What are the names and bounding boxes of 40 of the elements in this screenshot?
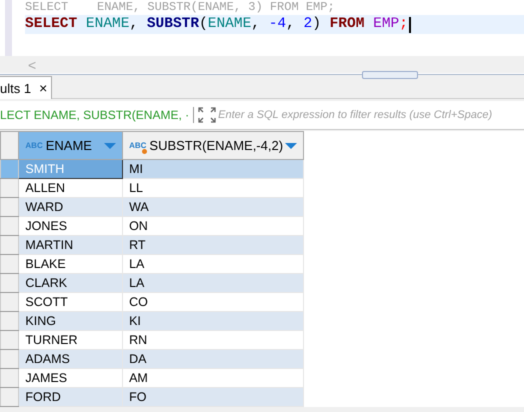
- row-header[interactable]: [0, 216, 19, 236]
- row-header[interactable]: [0, 388, 19, 406]
- table-cell: ADAMS: [18, 350, 123, 368]
- table-cell: LA: [122, 274, 304, 292]
- sort-caret-icon[interactable]: [285, 142, 298, 148]
- text-cursor: [408, 16, 411, 32]
- row-header[interactable]: [0, 254, 19, 274]
- table-cell: FO: [122, 388, 304, 406]
- code-line: SELECT ENAME, SUBSTR(ENAME, 3) FROM EMP;: [25, 0, 335, 15]
- row-header[interactable]: [0, 198, 19, 216]
- row-header[interactable]: [0, 178, 19, 198]
- column-header[interactable]: ABC SUBSTR(ENAME,-4,2): [122, 132, 304, 160]
- close-icon[interactable]: ×: [39, 80, 48, 96]
- row-header[interactable]: [0, 160, 19, 178]
- column-header[interactable]: ABC ENAME: [18, 132, 123, 160]
- table-cell: WA: [122, 198, 304, 216]
- row-header[interactable]: [0, 368, 19, 388]
- table-cell: MI: [122, 160, 304, 178]
- table-cell: RT: [122, 236, 304, 254]
- splitter-handle[interactable]: [362, 71, 418, 79]
- sort-caret-icon[interactable]: [104, 142, 116, 148]
- table-cell: KING: [18, 312, 123, 330]
- table-cell: CLARK: [18, 274, 123, 292]
- row-header[interactable]: [0, 274, 19, 292]
- table-cell: KI: [122, 312, 304, 330]
- row-header[interactable]: [0, 292, 19, 312]
- results-tab[interactable]: ults 1: [0, 80, 32, 96]
- table-cell: DA: [122, 350, 304, 368]
- table-cell: WARD: [18, 198, 123, 216]
- row-header[interactable]: [0, 236, 19, 254]
- query-text: LECT ENAME, SUBSTR(ENAME, ·: [0, 107, 194, 123]
- table-cell: SMITH: [18, 160, 123, 178]
- text-type-icon: ABC: [25, 141, 43, 150]
- row-header[interactable]: [0, 330, 19, 350]
- row-header[interactable]: [0, 350, 19, 368]
- table-cell: MARTIN: [18, 236, 123, 254]
- row-header[interactable]: [0, 312, 19, 330]
- code-line: SELECT ENAME, SUBSTR(ENAME, -4, 2) FROM EMP;: [25, 15, 408, 34]
- table-cell: FORD: [18, 388, 123, 406]
- expand-icon[interactable]: [198, 107, 216, 123]
